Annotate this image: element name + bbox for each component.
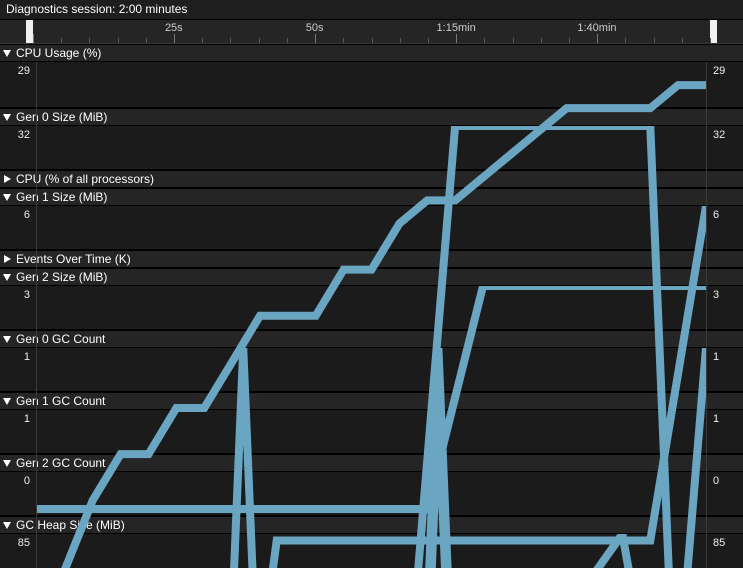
triangle-down-icon xyxy=(2,520,12,530)
triangle-down-icon xyxy=(2,192,12,202)
plot-row-cpu: 290290 xyxy=(0,62,743,108)
time-ruler[interactable]: 25s 50s 1:15min 1:40min xyxy=(0,20,743,44)
ruler-label: 1:15min xyxy=(437,22,476,34)
session-header: Diagnostics session: 2:00 minutes xyxy=(0,0,743,20)
plot-row-gen1sz: 6060 xyxy=(0,206,743,250)
triangle-down-icon xyxy=(2,112,12,122)
ruler-ticks: 25s 50s 1:15min 1:40min xyxy=(0,20,743,43)
triangle-down-icon xyxy=(2,48,12,58)
plot-row-g2gc: 00 xyxy=(0,472,743,516)
yaxis-left: 850 xyxy=(0,534,36,568)
ruler-label: 1:40min xyxy=(577,22,616,34)
yaxis-right: 850 xyxy=(707,534,743,568)
section-header-cpu[interactable]: CPU Usage (%) xyxy=(0,44,743,62)
plot-row-gcheap: 850 850 xyxy=(0,534,743,568)
plot-gcheap[interactable] xyxy=(36,534,707,568)
triangle-right-icon xyxy=(2,254,12,264)
plot-row-gen2sz: 3030 xyxy=(0,286,743,330)
triangle-right-icon xyxy=(2,174,12,184)
plot-row-g0gc: 1010 xyxy=(0,348,743,392)
triangle-down-icon xyxy=(2,396,12,406)
triangle-down-icon xyxy=(2,458,12,468)
plot-row-g1gc: 1010 xyxy=(0,410,743,454)
section-title: CPU Usage (%) xyxy=(16,46,101,60)
triangle-down-icon xyxy=(2,272,12,282)
ruler-label: 25s xyxy=(165,22,183,34)
ruler-label: 50s xyxy=(306,22,324,34)
session-title: Diagnostics session: 2:00 minutes xyxy=(6,2,187,16)
plot-row-gen0sz: 320320 xyxy=(0,126,743,170)
triangle-down-icon xyxy=(2,334,12,344)
